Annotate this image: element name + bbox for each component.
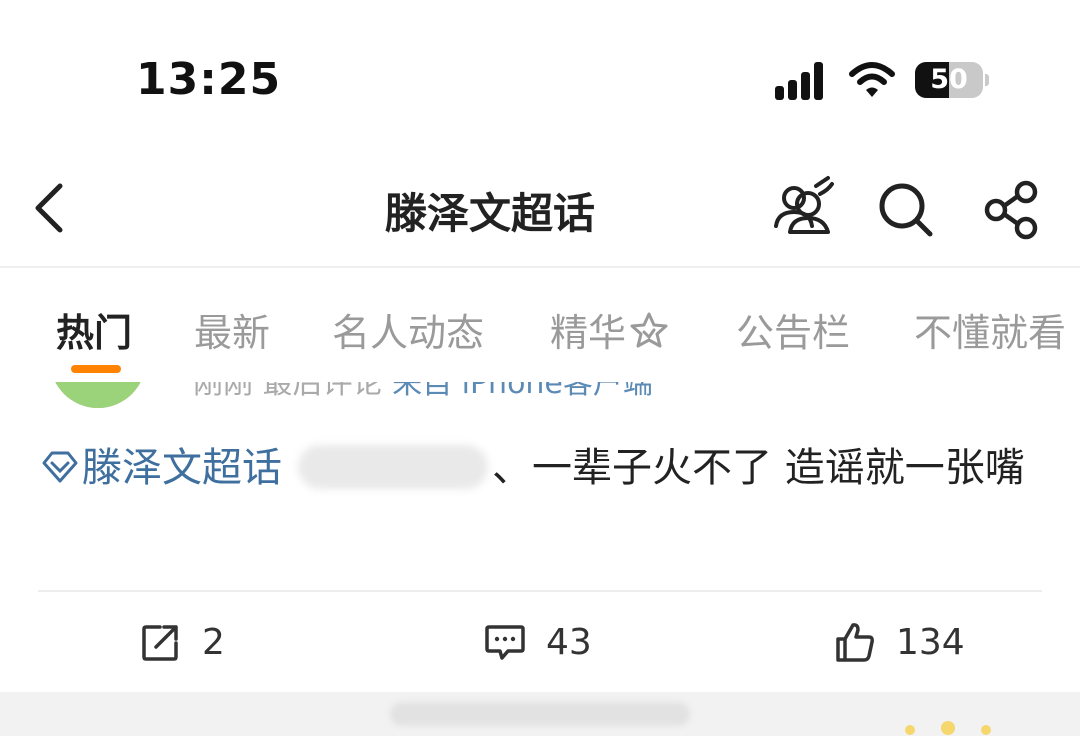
- back-icon[interactable]: [28, 180, 72, 236]
- post-body: 滕泽文超话 、一辈子火不了 造谣就一张嘴: [40, 438, 1040, 498]
- comment-button[interactable]: 43: [484, 614, 592, 670]
- blurred-content: [390, 702, 690, 726]
- tab-latest[interactable]: 最新: [194, 302, 270, 357]
- topic-diamond-icon: [42, 451, 78, 483]
- repost-count: 2: [202, 621, 225, 663]
- battery-level: 50: [930, 64, 968, 95]
- signal-icon: [775, 62, 823, 100]
- post-source: 来自 iPhone客户端: [392, 382, 653, 401]
- like-icon: [836, 623, 874, 662]
- post-card: 刚刚 最后评论 来自 iPhone客户端 滕泽文超话 、一辈子火不了 造谣就一张嘴…: [0, 382, 1080, 692]
- like-button[interactable]: 134: [834, 614, 965, 670]
- wifi-icon: [849, 62, 895, 97]
- post-meta: 刚刚 最后评论 来自 iPhone客户端: [193, 382, 653, 402]
- star-icon: [630, 312, 668, 348]
- like-count: 134: [896, 621, 965, 663]
- blurred-text: [298, 445, 488, 489]
- next-card-strip: [0, 692, 1080, 736]
- tab-bar: 热门 最新 名人动态 精华 公告栏 不懂就看: [0, 270, 1080, 380]
- comment-icon: [485, 625, 525, 660]
- tab-featured-label: 精华: [550, 311, 627, 355]
- tab-celebrity-updates[interactable]: 名人动态: [332, 302, 484, 357]
- post-comment-status: 最后评论: [262, 382, 383, 401]
- active-tab-indicator: [71, 365, 121, 373]
- avatar[interactable]: [50, 382, 146, 408]
- page-title: 滕泽文超话: [384, 189, 595, 238]
- post-actions: 2 43 134: [0, 592, 1080, 692]
- search-icon[interactable]: [876, 180, 936, 240]
- nav-bar: 滕泽文超话: [0, 150, 1080, 268]
- comment-count: 43: [546, 621, 592, 663]
- people-icon[interactable]: [772, 174, 836, 238]
- post-time: 刚刚: [193, 382, 253, 401]
- tab-hot[interactable]: 热门: [56, 302, 132, 357]
- status-time: 13:25: [136, 54, 282, 105]
- post-text: 、一辈子火不了 造谣就一张嘴: [492, 445, 1025, 491]
- repost-button[interactable]: 2: [140, 614, 225, 670]
- tab-bulletin[interactable]: 公告栏: [736, 302, 850, 357]
- decoration-icon: [905, 721, 991, 735]
- tab-featured[interactable]: 精华: [550, 302, 670, 357]
- topic-link[interactable]: 滕泽文超话: [82, 445, 282, 491]
- share-icon[interactable]: [982, 180, 1042, 240]
- repost-icon: [142, 625, 178, 661]
- status-bar: 13:25 50: [0, 0, 1080, 150]
- tab-faq[interactable]: 不懂就看: [914, 302, 1066, 357]
- battery-icon: 50: [915, 62, 989, 98]
